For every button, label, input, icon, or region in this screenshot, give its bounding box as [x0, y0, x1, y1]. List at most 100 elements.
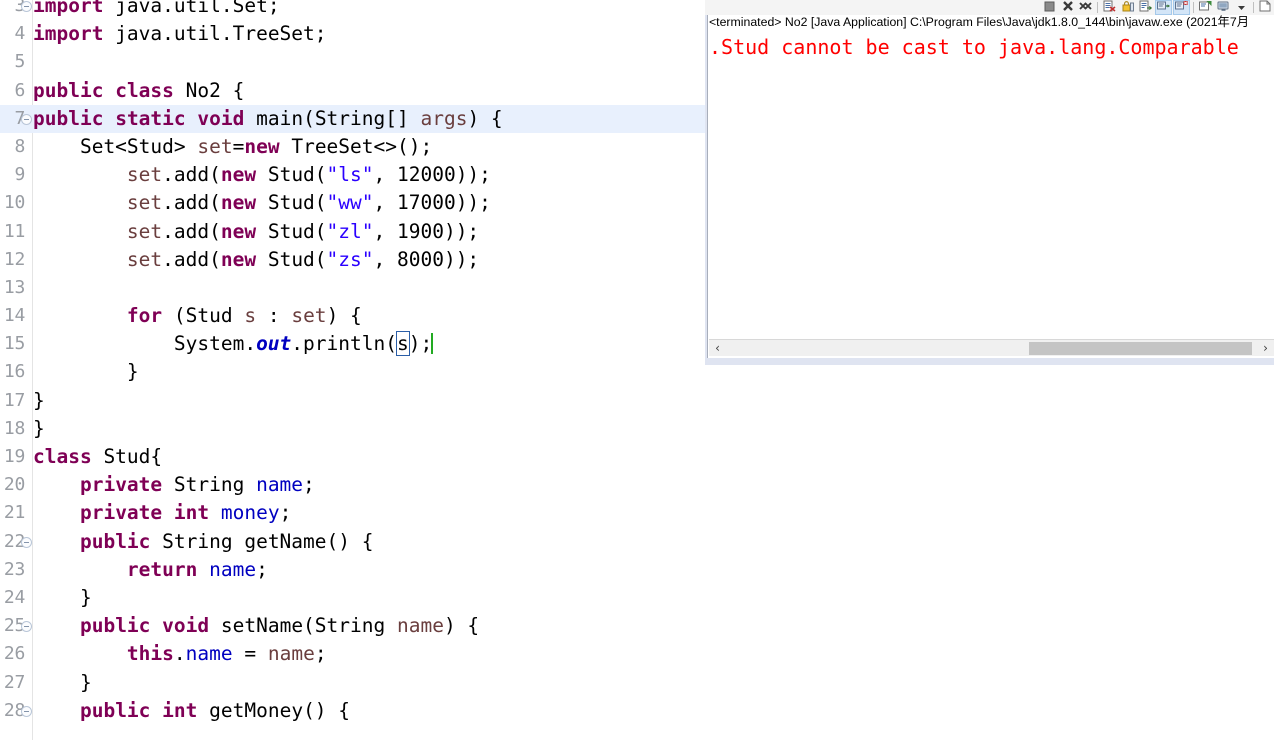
line-number: 11 [3, 220, 25, 242]
code-text[interactable]: set.add(new Stud("ww", 17000)); [33, 189, 491, 217]
code-line[interactable]: 27 } [0, 669, 705, 697]
code-text[interactable]: this.name = name; [33, 640, 327, 668]
scrollbar-track[interactable] [726, 341, 1257, 356]
collapse-fold-icon[interactable] [21, 621, 32, 633]
remove-all-launches-button[interactable] [1077, 0, 1094, 15]
code-line[interactable]: 3 import java.util.Set; [0, 0, 705, 20]
scrollbar-thumb[interactable] [1028, 341, 1252, 355]
code-line[interactable]: 18} [0, 415, 705, 443]
code-text[interactable]: set.add(new Stud("zl", 1900)); [33, 218, 479, 246]
toolbar-separator [1253, 2, 1254, 13]
code-text[interactable]: for (Stud s : set) { [33, 302, 362, 330]
code-line[interactable]: 23 return name; [0, 556, 705, 584]
line-number: 21 [3, 502, 25, 524]
code-text[interactable]: public class No2 { [33, 77, 244, 105]
code-text[interactable]: public int getMoney() { [33, 697, 350, 725]
code-line[interactable]: 17} [0, 387, 705, 415]
code-text[interactable]: set.add(new Stud("zs", 8000)); [33, 246, 479, 274]
line-number: 4 [14, 23, 25, 45]
show-console-on-output-button[interactable] [1155, 0, 1172, 15]
console-launch-label: <terminated> No2 [Java Application] C:\P… [709, 15, 1249, 29]
code-line[interactable]: 8 Set<Stud> set=new TreeSet<>(); [0, 133, 705, 161]
scroll-lock-button[interactable] [1119, 0, 1136, 15]
console-toolbar[interactable] [705, 0, 1274, 15]
code-line[interactable]: 15 System.out.println(s); [0, 330, 705, 358]
code-line[interactable]: 16 } [0, 358, 705, 386]
line-number: 27 [3, 671, 25, 693]
code-line[interactable]: 11 set.add(new Stud("zl", 1900)); [0, 218, 705, 246]
code-text[interactable]: set.add(new Stud("ls", 12000)); [33, 161, 491, 189]
collapse-fold-icon[interactable] [21, 536, 32, 548]
close-all-x-icon [1079, 0, 1092, 15]
code-text[interactable]: import java.util.Set; [33, 0, 280, 20]
code-line[interactable]: 21 private int money; [0, 499, 705, 527]
code-text[interactable]: } [33, 387, 45, 415]
code-line[interactable]: 20 private String name; [0, 471, 705, 499]
panel-bottom-edge [705, 358, 1274, 365]
java-editor-area[interactable]: 3 import java.util.Set; 4 import java.util.… [0, 0, 705, 740]
code-line[interactable]: 5 [0, 48, 705, 76]
show-console-on-error-button[interactable] [1173, 0, 1190, 15]
code-line[interactable]: 26 this.name = name; [0, 640, 705, 668]
code-text[interactable]: private int money; [33, 499, 291, 527]
console-horizontal-scrollbar[interactable]: ‹ › [709, 339, 1274, 356]
text-caret [431, 333, 434, 355]
code-text[interactable]: public static void main(String[] args) { [33, 105, 503, 133]
word-wrap-icon [1139, 0, 1153, 15]
toolbar-separator [1193, 2, 1194, 13]
code-text[interactable]: Set<Stud> set=new TreeSet<>(); [33, 133, 432, 161]
pin-console-icon [1199, 0, 1212, 15]
code-text[interactable]: System.out.println(s); [33, 330, 434, 358]
collapse-fold-icon[interactable] [21, 113, 32, 125]
code-text[interactable]: private String name; [33, 471, 315, 499]
scroll-right-arrow-icon[interactable]: › [1257, 341, 1274, 356]
line-number: 23 [3, 558, 25, 580]
line-number: 9 [14, 164, 25, 186]
code-line[interactable]: 28 public int getMoney() { [0, 697, 705, 725]
code-line[interactable]: 12 set.add(new Stud("zs", 8000)); [0, 246, 705, 274]
console-output-line: .Stud cannot be cast to java.lang.Compar… [709, 35, 1239, 59]
code-text[interactable]: } [33, 415, 45, 443]
code-line[interactable]: 9 set.add(new Stud("ls", 12000)); [0, 161, 705, 189]
console-output[interactable]: .Stud cannot be cast to java.lang.Compar… [709, 33, 1274, 336]
code-text[interactable]: public void setName(String name) { [33, 612, 479, 640]
line-number: 18 [3, 417, 25, 439]
code-line[interactable]: 6 public class No2 { [0, 77, 705, 105]
code-line[interactable]: 4 import java.util.TreeSet; [0, 20, 705, 48]
code-text[interactable]: return name; [33, 556, 268, 584]
console-dropdown-button[interactable] [1233, 0, 1250, 15]
pin-console-button[interactable] [1197, 0, 1214, 15]
code-line[interactable]: 10 set.add(new Stud("ww", 17000)); [0, 189, 705, 217]
code-line-list[interactable]: 3 import java.util.Set; 4 import java.util.… [0, 0, 705, 725]
open-console-button[interactable] [1257, 0, 1274, 15]
clear-console-button[interactable] [1101, 0, 1118, 15]
scroll-left-arrow-icon[interactable]: ‹ [709, 341, 726, 356]
word-wrap-button[interactable] [1137, 0, 1154, 15]
code-line[interactable]: 25 public void setName(String name) { [0, 612, 705, 640]
code-text[interactable]: class Stud{ [33, 443, 162, 471]
code-text[interactable]: } [33, 584, 92, 612]
clear-console-icon [1103, 0, 1116, 15]
code-line[interactable]: 22 public String getName() { [0, 528, 705, 556]
code-text[interactable]: public String getName() { [33, 528, 374, 556]
code-line[interactable]: 19 class Stud{ [0, 443, 705, 471]
code-line[interactable]: 7 public static void main(String[] args) … [0, 104, 705, 133]
console-toolbar-buttons[interactable] [1041, 0, 1274, 15]
remove-launch-button[interactable] [1059, 0, 1076, 15]
line-number: 15 [3, 333, 25, 355]
code-line[interactable]: 13 [0, 274, 705, 302]
code-text[interactable]: import java.util.TreeSet; [33, 20, 327, 48]
new-console-icon [1259, 0, 1272, 15]
terminate-button[interactable] [1041, 0, 1058, 15]
display-selected-console-button[interactable] [1215, 0, 1232, 15]
line-number: 26 [3, 643, 25, 665]
line-number: 24 [3, 586, 25, 608]
code-line[interactable]: 24 } [0, 584, 705, 612]
code-line[interactable]: 14 for (Stud s : set) { [0, 302, 705, 330]
collapse-fold-icon[interactable] [21, 705, 32, 717]
line-number: 5 [14, 51, 25, 73]
close-x-icon [1062, 0, 1074, 15]
code-text[interactable]: } [33, 669, 92, 697]
collapse-fold-icon[interactable] [21, 1, 32, 12]
code-text[interactable]: } [33, 358, 139, 386]
